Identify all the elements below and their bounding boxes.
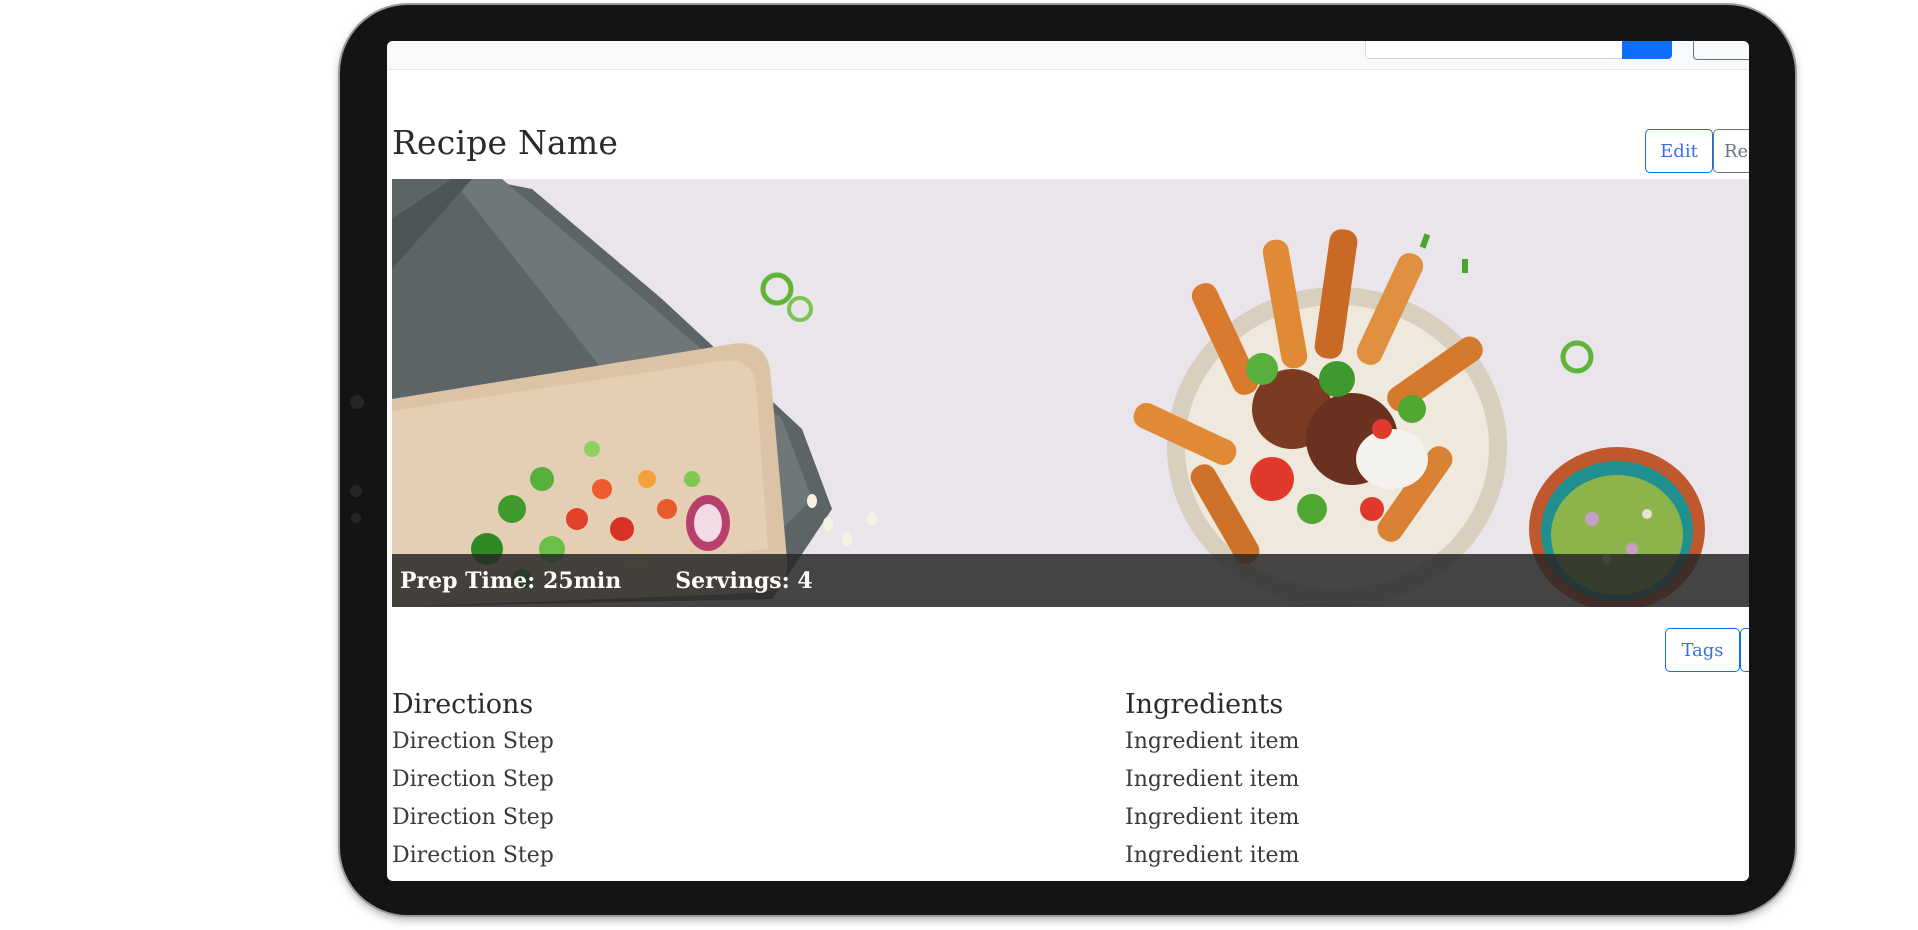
ingredient-item: Ingredient item — [1125, 805, 1300, 830]
top-navbar — [387, 41, 1749, 70]
remove-button[interactable]: Re — [1713, 129, 1749, 173]
app-screen: Recipe Name Edit Re Prep Time: 25min Ser… — [387, 41, 1749, 881]
page-title: Recipe Name — [392, 123, 619, 162]
ingredients-list: Ingredient item Ingredient item Ingredie… — [1125, 731, 1299, 881]
edit-button[interactable]: Edit — [1645, 129, 1713, 173]
tags-secondary-button[interactable] — [1740, 628, 1749, 672]
nav-button[interactable] — [1693, 41, 1749, 60]
sensor-dot-icon — [350, 485, 362, 497]
food-photo-illustration — [392, 179, 1749, 607]
ingredient-item: Ingredient item — [1125, 729, 1300, 754]
directions-heading: Directions — [392, 689, 534, 720]
ingredients-heading: Ingredients — [1125, 689, 1284, 720]
directions-list: Direction Step Direction Step Direction … — [392, 731, 554, 881]
direction-step: Direction Step — [392, 805, 554, 830]
direction-step: Direction Step — [392, 729, 554, 754]
servings: Servings: 4 — [675, 567, 813, 594]
search-button[interactable] — [1622, 41, 1672, 59]
search-input[interactable] — [1365, 41, 1624, 59]
prep-time: Prep Time: 25min — [400, 567, 622, 594]
tablet-frame: Recipe Name Edit Re Prep Time: 25min Ser… — [340, 5, 1795, 915]
tags-button[interactable]: Tags — [1665, 628, 1740, 672]
ingredient-item: Ingredient item — [1125, 843, 1300, 868]
direction-step: Direction Step — [392, 843, 554, 868]
sensor-dot-icon — [351, 513, 361, 523]
direction-step: Direction Step — [392, 767, 554, 792]
camera-dot-icon — [350, 395, 364, 409]
recipe-hero-image: Prep Time: 25min Servings: 4 — [392, 179, 1749, 607]
recipe-meta-bar: Prep Time: 25min Servings: 4 — [392, 554, 1749, 607]
ingredient-item: Ingredient item — [1125, 767, 1300, 792]
